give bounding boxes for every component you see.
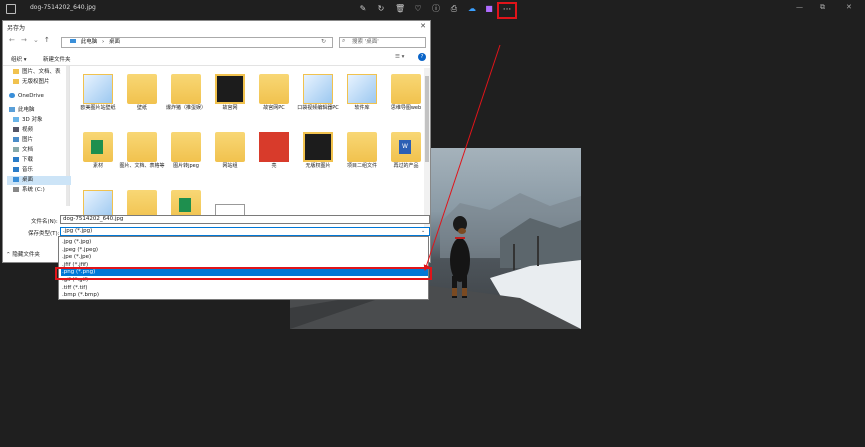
annotation-arrow xyxy=(423,44,501,271)
